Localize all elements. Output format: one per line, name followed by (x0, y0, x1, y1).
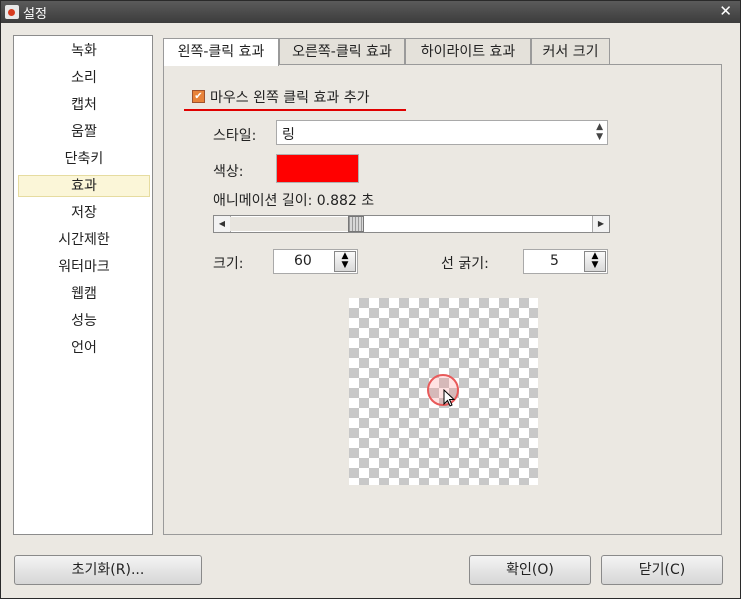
sidebar-item-capture[interactable]: 캡처 (18, 94, 150, 116)
style-label: 스타일: (213, 128, 257, 144)
color-label: 색상: (213, 164, 244, 180)
close-button[interactable]: 닫기(C) (601, 555, 723, 585)
sidebar-item-record[interactable]: 녹화 (18, 40, 150, 62)
close-icon[interactable]: ✕ (719, 2, 732, 20)
tab-cursor-size[interactable]: 커서 크기 (531, 38, 610, 64)
slider-track (230, 217, 348, 231)
title-bar: 설정 ✕ (1, 1, 740, 23)
sidebar-item-effects[interactable]: 효과 (18, 175, 150, 197)
color-swatch-button[interactable] (276, 154, 359, 183)
spin-updown-icon[interactable]: ▲ ▼ (334, 251, 356, 272)
sidebar-item-shortcuts[interactable]: 단축키 (18, 148, 150, 170)
animation-duration-label: 애니메이션 길이: 0.882 초 (213, 193, 375, 209)
slider-thumb[interactable] (348, 216, 364, 232)
sidebar-item-language[interactable]: 언어 (18, 337, 150, 359)
app-record-icon (5, 5, 19, 19)
slider-right-arrow-icon[interactable]: ▶ (592, 216, 609, 232)
mouse-pointer-icon (443, 389, 456, 407)
style-select[interactable]: 링 ▲ ▼ (276, 120, 608, 145)
checkbox-checked-icon[interactable]: ✔ (192, 90, 205, 103)
sidebar-item-save[interactable]: 저장 (18, 202, 150, 224)
animation-duration-slider[interactable]: ◀ ▶ (213, 215, 610, 233)
settings-category-list: 녹화 소리 캡처 움짤 단축키 효과 저장 시간제한 워터마크 웹캠 성능 언어 (13, 35, 153, 535)
tab-left-click-effect[interactable]: 왼쪽-클릭 효과 (163, 38, 279, 66)
line-width-label: 선 굵기: (441, 256, 489, 272)
slider-left-arrow-icon[interactable]: ◀ (214, 216, 231, 232)
sidebar-item-time-limit[interactable]: 시간제한 (18, 229, 150, 251)
sidebar-item-performance[interactable]: 성능 (18, 310, 150, 332)
tab-highlight-effect[interactable]: 하이라이트 효과 (405, 38, 531, 64)
size-label: 크기: (213, 256, 244, 272)
settings-window: 설정 ✕ 녹화 소리 캡처 움짤 단축키 효과 저장 시간제한 워터마크 웹캠 … (0, 0, 741, 599)
spin-updown-icon[interactable]: ▲ ▼ (584, 251, 606, 272)
highlight-underline (184, 109, 406, 111)
updown-arrow-icon: ▲ ▼ (596, 122, 603, 142)
sidebar-item-gif[interactable]: 움짤 (18, 121, 150, 143)
line-width-spinbox[interactable]: 5 ▲ ▼ (523, 249, 608, 274)
style-select-value: 링 (282, 127, 295, 143)
window-title: 설정 (23, 7, 47, 22)
sidebar-item-webcam[interactable]: 웹캠 (18, 283, 150, 305)
ok-button[interactable]: 확인(O) (469, 555, 591, 585)
sidebar-item-sound[interactable]: 소리 (18, 67, 150, 89)
sidebar-item-watermark[interactable]: 워터마크 (18, 256, 150, 278)
line-width-value: 5 (550, 253, 559, 269)
tab-right-click-effect[interactable]: 오른쪽-클릭 효과 (279, 38, 405, 64)
enable-left-click-effect-label[interactable]: 마우스 왼쪽 클릭 효과 추가 (210, 87, 369, 107)
size-spinbox[interactable]: 60 ▲ ▼ (273, 249, 358, 274)
reset-button[interactable]: 초기화(R)... (14, 555, 202, 585)
size-value: 60 (294, 253, 312, 269)
